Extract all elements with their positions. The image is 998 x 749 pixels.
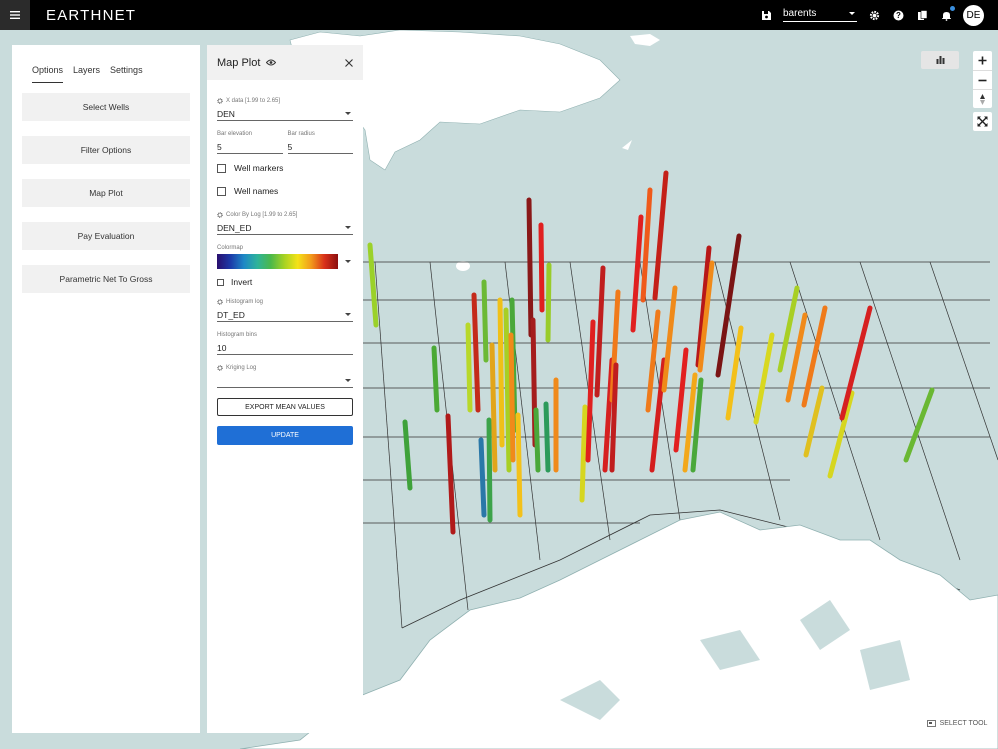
well-names-checkbox[interactable]: Well names xyxy=(217,183,353,199)
color-by-log-select[interactable]: DEN_ED xyxy=(217,218,353,235)
chevron-down-icon xyxy=(345,260,351,263)
histogram-log-label-text: Histogram log xyxy=(226,299,264,305)
reset-bearing-button[interactable] xyxy=(973,89,992,108)
menu-button[interactable] xyxy=(0,0,30,30)
gear-icon[interactable] xyxy=(217,365,223,371)
parametric-net-to-gross-button[interactable]: Parametric Net To Gross xyxy=(22,265,190,293)
pay-evaluation-button[interactable]: Pay Evaluation xyxy=(22,222,190,250)
fullscreen-icon xyxy=(977,116,988,127)
update-button[interactable]: UPDATE xyxy=(217,426,353,445)
colormap-label: Colormap xyxy=(217,245,244,251)
export-mean-values-button[interactable]: EXPORT MEAN VALUES xyxy=(217,398,353,416)
tab-layers[interactable]: Layers xyxy=(73,65,100,83)
gear-icon[interactable] xyxy=(867,8,881,22)
map-plot-title: Map Plot xyxy=(217,56,261,69)
colormap-gradient xyxy=(217,254,338,269)
chevron-down-icon xyxy=(345,226,351,229)
kriging-log-select[interactable] xyxy=(217,371,353,388)
filter-options-button[interactable]: Filter Options xyxy=(22,136,190,164)
bookmarks-icon[interactable] xyxy=(915,8,929,22)
colormap-select[interactable] xyxy=(217,254,353,269)
save-icon[interactable] xyxy=(759,8,773,22)
well-names-box[interactable] xyxy=(217,186,226,196)
histogram-log-select[interactable]: DT_ED xyxy=(217,305,353,322)
gear-icon[interactable] xyxy=(217,299,223,305)
map-plot-panel: Map Plot X data [1.99 to 2.65] DEN Bar e… xyxy=(207,45,363,733)
chart-toggle-button[interactable] xyxy=(921,51,959,69)
zoom-controls xyxy=(973,51,992,108)
panel-tabs: Options Layers Settings xyxy=(12,45,200,85)
chevron-down-icon xyxy=(345,379,351,382)
select-tool-icon xyxy=(926,719,936,727)
eye-icon[interactable] xyxy=(266,59,277,66)
gear-icon[interactable] xyxy=(217,98,223,104)
chevron-down-icon xyxy=(849,12,855,15)
well-markers-checkbox[interactable]: Well markers xyxy=(217,160,353,176)
bar-radius-input[interactable]: 5 xyxy=(287,137,353,154)
plus-icon xyxy=(978,56,987,65)
select-tool-label: SELECT TOOL xyxy=(939,719,988,727)
top-bar: EARTHNET barents ? DE xyxy=(0,0,998,30)
help-icon[interactable]: ? xyxy=(891,8,905,22)
x-data-label-text: X data [1.99 to 2.65] xyxy=(226,98,281,104)
compass-icon xyxy=(980,93,985,105)
project-select-value: barents xyxy=(783,8,817,19)
zoom-out-button[interactable] xyxy=(973,70,992,89)
invert-label: Invert xyxy=(231,277,253,287)
svg-text:?: ? xyxy=(896,11,901,20)
map-plot-button[interactable]: Map Plot xyxy=(22,179,190,207)
well-markers-label: Well markers xyxy=(234,163,284,173)
color-by-log-value: DEN_ED xyxy=(217,222,252,233)
options-panel: Options Layers Settings Select Wells Fil… xyxy=(12,45,200,733)
x-data-value: DEN xyxy=(217,108,235,119)
notification-bell-icon[interactable] xyxy=(939,6,955,22)
tab-options[interactable]: Options xyxy=(32,65,64,83)
option-list: Select Wells Filter Options Map Plot Pay… xyxy=(12,93,200,293)
select-tool-button[interactable]: SELECT TOOL xyxy=(921,714,993,732)
histogram-log-value: DT_ED xyxy=(217,309,245,320)
invert-box[interactable] xyxy=(217,278,224,286)
well-markers-box[interactable] xyxy=(217,163,226,173)
zoom-in-button[interactable] xyxy=(973,51,992,70)
select-wells-button[interactable]: Select Wells xyxy=(22,93,190,121)
bar-chart-icon xyxy=(936,56,944,64)
notification-dot xyxy=(950,6,955,11)
fullscreen-control xyxy=(973,112,992,131)
close-icon[interactable] xyxy=(345,58,353,67)
chevron-down-icon xyxy=(345,112,351,115)
gear-icon[interactable] xyxy=(217,212,223,218)
bar-elevation-input[interactable]: 5 xyxy=(217,137,283,154)
minus-icon xyxy=(978,79,987,81)
color-by-log-label-text: Color By Log [1.99 to 2.65] xyxy=(226,212,298,218)
avatar[interactable]: DE xyxy=(963,4,984,26)
map-plot-header: Map Plot xyxy=(207,45,363,80)
kriging-log-label-text: Kriging Log xyxy=(226,365,257,371)
hamburger-icon xyxy=(10,11,20,19)
histogram-bins-input[interactable]: 10 xyxy=(217,338,353,355)
tab-settings[interactable]: Settings xyxy=(110,65,143,83)
x-data-select[interactable]: DEN xyxy=(217,104,353,121)
project-select[interactable]: barents xyxy=(783,8,857,22)
well-names-label: Well names xyxy=(234,186,279,196)
invert-checkbox[interactable]: Invert xyxy=(217,274,353,290)
app-logo: EARTHNET xyxy=(46,6,137,24)
chevron-down-icon xyxy=(345,313,351,316)
fullscreen-button[interactable] xyxy=(973,112,992,131)
